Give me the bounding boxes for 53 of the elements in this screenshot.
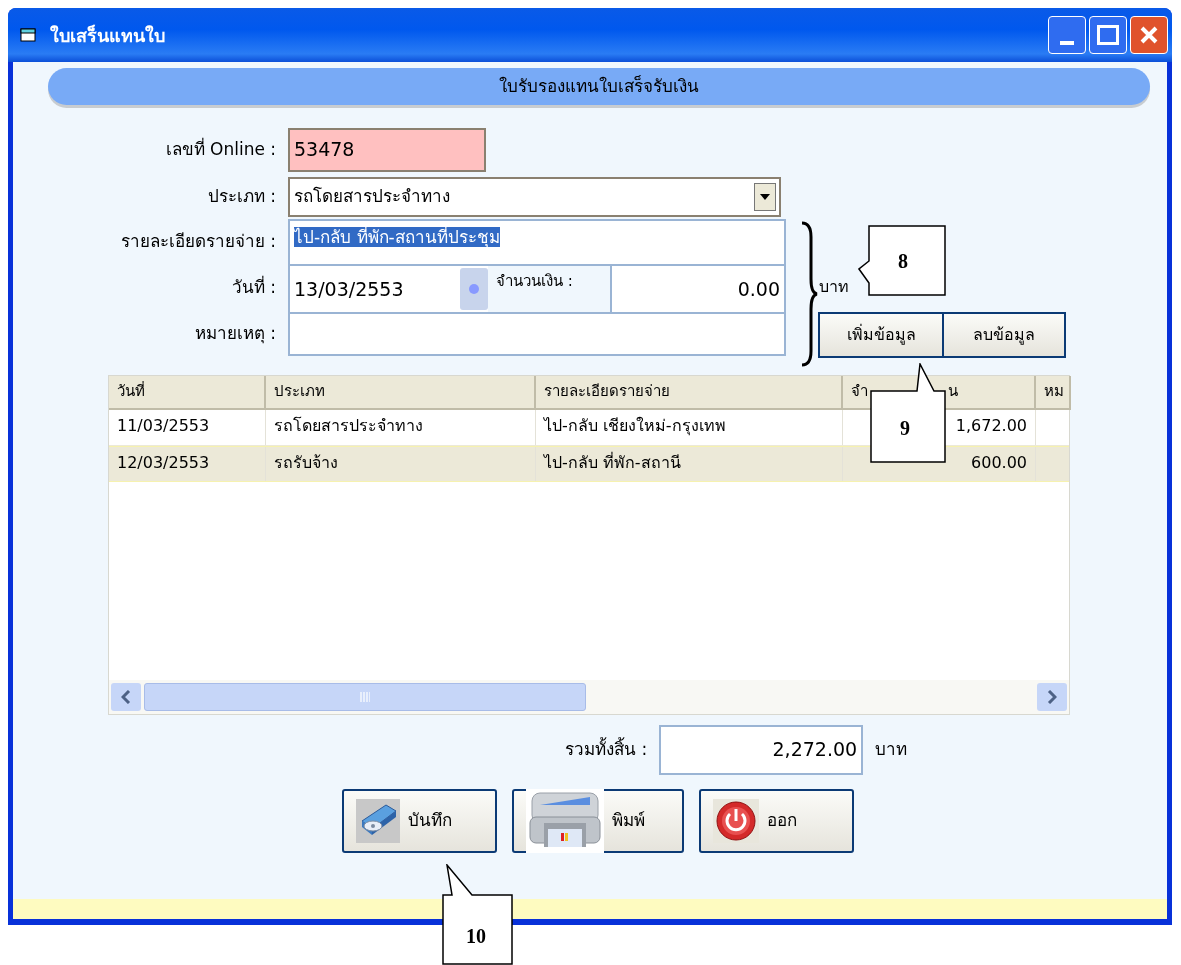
column-header-text: จำ bbox=[851, 381, 868, 402]
table-cell: 12/03/2553 bbox=[109, 447, 266, 481]
scroll-thumb[interactable] bbox=[144, 683, 586, 711]
detail-field[interactable]: ไป-กลับ ที่พัก-สถานที่ประชุม bbox=[290, 221, 784, 266]
disk-drive-icon bbox=[356, 799, 400, 843]
maximize-icon bbox=[1097, 25, 1119, 45]
total-label: รวมทั้งสิ้น : bbox=[565, 737, 648, 762]
power-icon bbox=[713, 799, 759, 843]
close-button[interactable] bbox=[1130, 16, 1168, 54]
banner-title: ใบรับรองแทนใบเสร็จรับเงิน bbox=[499, 74, 699, 98]
table-row[interactable]: 12/03/2553 รถรับจ้าง ไป-กลับ ที่พัก-สถานี 600.00 bbox=[109, 446, 1069, 482]
close-icon bbox=[1139, 25, 1159, 45]
callout-number: 9 bbox=[900, 418, 910, 438]
amount-label: จำนวนเงิน : bbox=[488, 266, 612, 312]
table-cell: รถโดยสารประจำทาง bbox=[266, 410, 536, 445]
online-number-field[interactable]: 53478 bbox=[288, 127, 486, 172]
type-dropdown[interactable]: รถโดยสารประจำทาง bbox=[288, 177, 781, 217]
print-button[interactable]: พิมพ์ bbox=[512, 789, 684, 853]
unit-label: บาท bbox=[875, 738, 908, 762]
field-label: รายละเอียดรายจ่าย : bbox=[119, 229, 277, 253]
field-label: หมายเหตุ : bbox=[193, 322, 277, 346]
field-label: เลขที่ Online : bbox=[164, 136, 277, 161]
unit-label: บาท bbox=[819, 276, 849, 298]
detail-text: ไป-กลับ ที่พัก-สถานที่ประชุม bbox=[294, 227, 500, 247]
window-title: ใบเสร็นแทนใบ bbox=[50, 23, 165, 48]
scroll-left-button[interactable] bbox=[111, 683, 141, 711]
minimize-icon bbox=[1060, 41, 1074, 45]
field-label: วันที่ : bbox=[230, 275, 277, 300]
exit-button[interactable]: ออก bbox=[699, 789, 854, 853]
table-cell: ไป-กลับ เชียงใหม่-กรุงเทพ bbox=[536, 410, 843, 445]
printer-icon bbox=[526, 789, 604, 853]
delete-button[interactable]: ลบข้อมูล bbox=[942, 314, 1064, 356]
table-cell: ไป-กลับ ที่พัก-สถานี bbox=[536, 447, 843, 481]
scroll-right-button[interactable] bbox=[1037, 683, 1067, 711]
dropdown-arrow-icon bbox=[760, 194, 770, 200]
callout-number: 10 bbox=[466, 926, 486, 946]
chevron-right-icon bbox=[1047, 690, 1057, 704]
dot-icon bbox=[469, 284, 479, 294]
save-button[interactable]: บันทึก bbox=[342, 789, 497, 853]
amount-field[interactable]: 0.00 bbox=[612, 266, 784, 312]
field-label: ประเภท : bbox=[206, 185, 277, 209]
grip-icon bbox=[360, 692, 370, 702]
column-header-text: น bbox=[948, 381, 958, 402]
chevron-left-icon bbox=[121, 690, 131, 704]
callout-number: 8 bbox=[898, 251, 908, 271]
maximize-button[interactable] bbox=[1089, 16, 1127, 54]
date-field[interactable]: 13/03/2553 bbox=[290, 266, 460, 312]
table-cell: 11/03/2553 bbox=[109, 410, 266, 445]
window-icon bbox=[20, 27, 38, 43]
minimize-button[interactable] bbox=[1048, 16, 1086, 54]
total-field[interactable]: 2,272.00 bbox=[659, 725, 864, 775]
add-button[interactable]: เพิ่มข้อมูล bbox=[820, 314, 942, 356]
table-cell: รถรับจ้าง bbox=[266, 447, 536, 481]
